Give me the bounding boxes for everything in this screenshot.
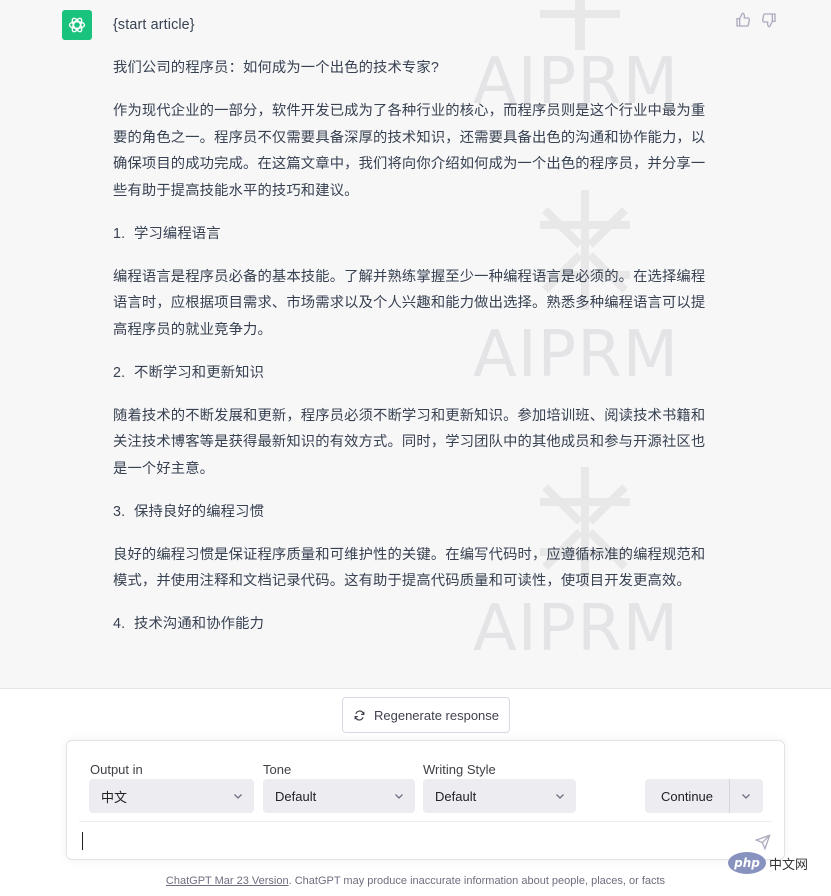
section-heading: 2. 不断学习和更新知识 bbox=[113, 360, 718, 387]
thumbs-up-icon[interactable] bbox=[735, 12, 751, 28]
section-heading: 3. 保持良好的编程习惯 bbox=[113, 499, 718, 526]
regenerate-response-button[interactable]: Regenerate response bbox=[342, 697, 510, 733]
output-language-select[interactable]: 中文 bbox=[89, 779, 254, 813]
chevron-down-icon bbox=[395, 794, 403, 799]
panel-divider bbox=[79, 821, 772, 822]
message-paragraph: 良好的编程习惯是保证程序质量和可维护性的关键。在编写代码时，应遵循标准的编程规范… bbox=[113, 546, 706, 590]
php-logo-text: 中文网 bbox=[769, 856, 809, 872]
refresh-icon bbox=[354, 709, 365, 721]
continue-divider bbox=[729, 779, 730, 813]
section-title: 技术沟通和协作能力 bbox=[134, 616, 265, 632]
message-paragraph: 作为现代企业的一部分，软件开发已成为了各种行业的核心，而程序员则是这个行业中最为… bbox=[113, 103, 706, 199]
message-paragraph: 我们公司的程序员：如何成为一个出色的技术专家? bbox=[113, 60, 439, 76]
prompt-panel: Output in 中文 Tone Default Writing Style … bbox=[66, 740, 785, 860]
chatgpt-avatar bbox=[62, 10, 92, 40]
output-language-value: 中文 bbox=[101, 789, 128, 805]
section-number: 1. bbox=[113, 225, 126, 242]
footer-disclaimer: ChatGPT Mar 23 Version. ChatGPT may prod… bbox=[0, 875, 831, 887]
continue-button[interactable]: Continue bbox=[645, 789, 729, 804]
chevron-down-icon[interactable] bbox=[740, 790, 752, 802]
writing-style-label: Writing Style bbox=[423, 762, 496, 777]
message-paragraph: 编程语言是程序员必备的基本技能。了解并熟练掌握至少一种编程语言是必须的。在选择编… bbox=[113, 268, 706, 338]
section-heading: 4. 技术沟通和协作能力 bbox=[113, 611, 718, 638]
text-caret bbox=[82, 832, 83, 850]
chevron-down-icon bbox=[556, 794, 564, 799]
php-cn-logo: php 中文网 bbox=[728, 849, 823, 877]
footer-text: . ChatGPT may produce inaccurate informa… bbox=[288, 875, 666, 887]
message-paragraph: {start article} bbox=[113, 17, 195, 33]
continue-button-group: Continue bbox=[645, 779, 763, 813]
section-number: 4. bbox=[113, 616, 126, 632]
writing-style-value: Default bbox=[435, 788, 477, 804]
section-heading: 1. 学习编程语言 bbox=[113, 221, 718, 248]
section-title: 学习编程语言 bbox=[134, 225, 221, 242]
conversation-area: AIPRM AIPRM AIPRM {start article} 我们公司的程序… bbox=[0, 0, 831, 689]
section-number: 3. bbox=[113, 503, 126, 520]
tone-label: Tone bbox=[263, 762, 292, 777]
message-paragraph: 随着技术的不断发展和更新，程序员必须不断学习和更新知识。参加培训班、阅读技术书籍… bbox=[113, 407, 706, 477]
output-language-label: Output in bbox=[90, 762, 143, 777]
section-title: 不断学习和更新知识 bbox=[134, 364, 265, 381]
section-number: 2. bbox=[113, 364, 126, 381]
section-title: 保持良好的编程习惯 bbox=[134, 503, 265, 520]
chevron-down-icon bbox=[234, 794, 242, 799]
regenerate-label: Regenerate response bbox=[373, 707, 500, 723]
send-icon[interactable] bbox=[755, 834, 771, 850]
version-link[interactable]: ChatGPT Mar 23 Version bbox=[166, 875, 289, 887]
feedback-buttons bbox=[735, 12, 777, 28]
tone-value: Default bbox=[275, 788, 317, 804]
assistant-message: {start article} 我们公司的程序员：如何成为一个出色的技术专家? 作为… bbox=[113, 12, 718, 654]
chatgpt-logo-icon bbox=[68, 17, 86, 33]
tone-select[interactable]: Default bbox=[263, 779, 415, 813]
writing-style-select[interactable]: Default bbox=[423, 779, 576, 813]
thumbs-down-icon[interactable] bbox=[761, 12, 777, 28]
prompt-input[interactable] bbox=[81, 829, 741, 855]
php-logo-oval: php bbox=[728, 852, 766, 874]
